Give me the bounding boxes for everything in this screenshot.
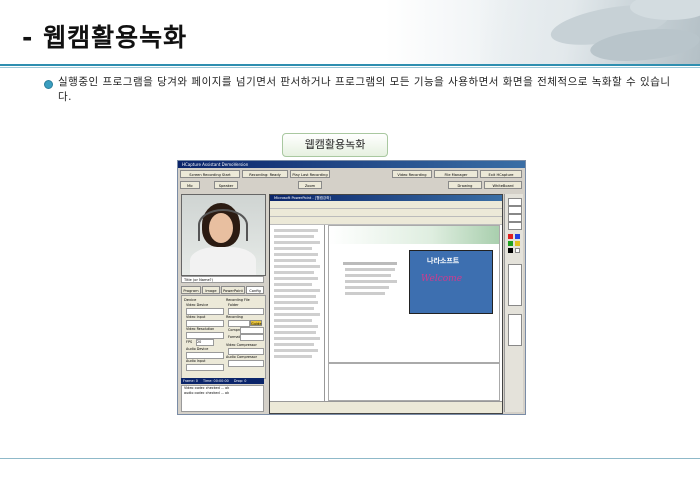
recording-file-label: Recording File xyxy=(226,298,250,302)
audio-compressor-select[interactable] xyxy=(228,360,264,367)
header-divider xyxy=(0,64,700,66)
webcam-preview xyxy=(181,194,266,276)
status-bar: Frame: 0 Time: 00:00:00 Drop: 0 xyxy=(181,378,264,384)
fps-select[interactable]: 20 xyxy=(196,339,214,346)
page-title: - 웹캠활용녹화 xyxy=(22,23,188,52)
drop-status: Drop: 0 xyxy=(233,379,247,383)
header-photo xyxy=(480,0,700,64)
speaker-button[interactable]: Speaker xyxy=(214,181,238,189)
video-recording-button[interactable]: Video Recording xyxy=(392,170,432,178)
app-screenshot: HCapture Assistant DemoVersion Screen Re… xyxy=(177,160,526,415)
section-label: 웹캠활용녹화 xyxy=(282,133,388,157)
description-text: 실행중인 프로그램을 당겨와 페이지를 넘기면서 판서하거나 프로그램의 모든 … xyxy=(58,76,671,103)
play-last-button[interactable]: Play Last Recording xyxy=(290,170,330,178)
tab-image[interactable]: Image xyxy=(202,286,220,294)
powerpoint-format-toolbar xyxy=(270,217,502,225)
slide-canvas[interactable]: 나라소프트 Welcome xyxy=(328,225,500,363)
slide-brand-text: 나라소프트 xyxy=(427,257,460,265)
file-manager-button[interactable]: File Manager xyxy=(434,170,478,178)
header-divider-thin xyxy=(0,67,700,68)
recording-label: Recording xyxy=(226,315,243,319)
whiteboard-button[interactable]: WhiteBoard xyxy=(484,181,522,189)
powerpoint-window: Microsoft PowerPoint - [웹캠강좌] 나라소프트 Welc… xyxy=(269,194,503,414)
powerpoint-toolbar xyxy=(270,209,502,217)
video-input-select[interactable] xyxy=(186,320,224,327)
fps-label: FPS xyxy=(186,340,193,344)
audio-device-select[interactable] xyxy=(186,352,224,359)
format-label: Format xyxy=(228,335,240,339)
audio-compressor-label: Audio Compressor xyxy=(226,355,258,359)
exit-button[interactable]: Exit HCapture xyxy=(480,170,522,178)
video-input-label: Video Input xyxy=(186,315,206,319)
audio-input-select[interactable] xyxy=(186,364,224,371)
folder-field[interactable] xyxy=(228,308,264,315)
video-compressor-select[interactable] xyxy=(228,348,264,355)
slide-outline-pane xyxy=(270,225,325,401)
app-window-title: HCapture Assistant DemoVersion xyxy=(178,161,525,168)
config-panel: Device Video Device Video Input Video Re… xyxy=(181,295,266,379)
slide-notes-pane[interactable] xyxy=(328,363,500,401)
frame-status: Frame: 0 xyxy=(183,379,198,383)
folder-label: Folder xyxy=(228,303,239,307)
tab-program[interactable]: Program xyxy=(181,286,201,294)
video-compressor-label: Video Compressor xyxy=(226,343,257,347)
log-line: audio codec checked ... ok xyxy=(184,391,230,395)
recording-status: Recording: Ready xyxy=(242,170,288,178)
zoom-button[interactable]: Zoom xyxy=(298,181,322,189)
video-device-label: Video Device xyxy=(186,303,209,307)
compress-select[interactable] xyxy=(240,327,264,334)
screen-recording-button[interactable]: Screen Recording Start xyxy=(180,170,240,178)
device-label: Device xyxy=(184,298,197,302)
video-resolution-label: Video Resolution xyxy=(186,327,215,331)
powerpoint-drawing-toolbar xyxy=(270,401,502,413)
guide-button[interactable]: Guide xyxy=(250,320,262,326)
slide-header-band xyxy=(329,226,499,244)
powerpoint-menubar xyxy=(270,201,502,209)
time-status: Time: 00:00:00 xyxy=(203,379,229,383)
tab-config[interactable]: Config xyxy=(246,286,264,294)
slide-welcome-text: Welcome xyxy=(421,274,463,284)
log-panel: Video codec checked ... ok audio codec c… xyxy=(181,385,264,412)
drawing-tools-panel xyxy=(504,194,523,412)
recording-fps-field[interactable] xyxy=(228,320,250,327)
audio-device-label: Audio Device xyxy=(186,347,209,351)
page-header: - 웹캠활용녹화 xyxy=(0,0,700,64)
drawing-button[interactable]: Drawing xyxy=(448,181,482,189)
mic-button[interactable]: Mic xyxy=(180,181,200,189)
footer-divider xyxy=(0,458,700,459)
tab-powerpoint[interactable]: PowerPoint xyxy=(221,286,245,294)
audio-input-label: Audio Input xyxy=(186,359,206,363)
video-resolution-select[interactable] xyxy=(186,332,224,339)
webcam-caption-field[interactable]: Title (or Name?) xyxy=(181,276,264,283)
video-device-select[interactable] xyxy=(186,308,224,315)
bullet-icon xyxy=(44,80,53,89)
format-select[interactable] xyxy=(240,334,264,341)
